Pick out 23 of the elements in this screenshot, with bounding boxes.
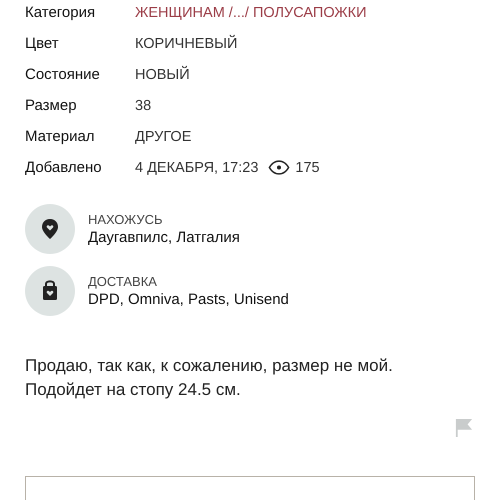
info-title: ДОСТАВКА xyxy=(88,274,158,289)
detail-label: Цвет xyxy=(25,35,60,52)
location-pin-icon xyxy=(25,204,75,254)
detail-value: 38 xyxy=(135,98,152,114)
info-title: НАХОЖУСЬ xyxy=(88,212,164,227)
detail-value: КОРИЧНЕВЫЙ xyxy=(135,36,238,52)
detail-label: Размер xyxy=(25,97,78,114)
detail-label: Состояние xyxy=(25,66,101,83)
detail-value: 4 ДЕКАБРЯ, 17:23 xyxy=(135,160,258,176)
detail-value: НОВЫЙ xyxy=(135,66,190,82)
info-value: Даугавпилс, Латгалия xyxy=(88,229,240,246)
detail-label: Категория xyxy=(25,4,96,21)
detail-label: Материал xyxy=(25,128,96,145)
view-count: 175 xyxy=(295,160,320,176)
category-link[interactable]: ЖЕНЩИНАМ /.../ ПОЛУСАПОЖКИ xyxy=(135,4,367,20)
flag-icon[interactable] xyxy=(455,418,473,438)
eye-icon xyxy=(268,160,290,175)
description-text: Подойдет на стопу 24.5 см. xyxy=(25,379,242,401)
shopping-bag-icon xyxy=(25,266,75,316)
info-value: DPD, Omniva, Pasts, Unisend xyxy=(88,291,289,308)
detail-value: ДРУГОЕ xyxy=(135,128,192,144)
detail-label: Добавлено xyxy=(25,159,103,176)
description-text: Продаю, так как, к сожалению, размер не мой. xyxy=(25,355,394,377)
